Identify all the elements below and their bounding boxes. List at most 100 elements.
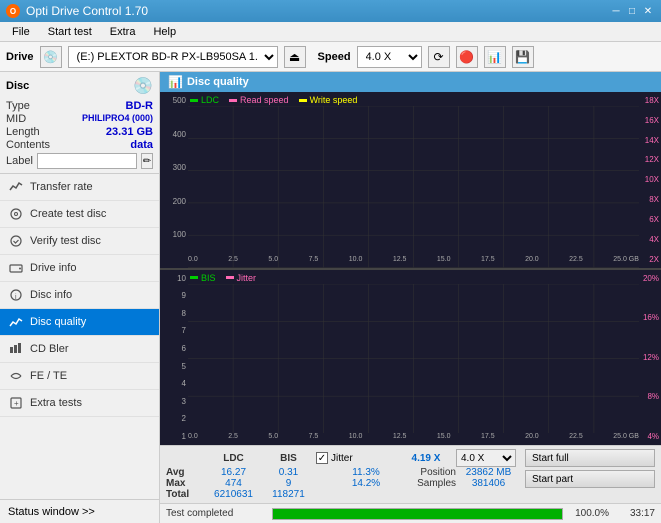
chart-bottom-y-left: 10 9 8 7 6 5 4 3 2 1 xyxy=(160,270,188,446)
disc-title: Disc xyxy=(6,80,29,92)
maximize-button[interactable]: □ xyxy=(625,4,639,18)
mid-label: MID xyxy=(6,113,26,125)
chart-bottom-y-right: 20% 16% 12% 8% 4% xyxy=(639,270,661,446)
menu-help[interactable]: Help xyxy=(145,24,184,40)
sidebar-item-disc-info[interactable]: i Disc info xyxy=(0,282,159,309)
avg-label: Avg xyxy=(166,467,206,478)
sidebar-item-cd-bler[interactable]: CD Bler xyxy=(0,336,159,363)
jitter-checkbox-area[interactable]: ✓ Jitter xyxy=(316,452,396,464)
legend-read-label: Read speed xyxy=(240,95,289,105)
max-bis: 9 xyxy=(261,478,316,489)
app-logo: O xyxy=(6,4,20,18)
legend-write-dot xyxy=(299,99,307,102)
burn-button[interactable]: 🔴 xyxy=(456,46,478,68)
legend-write-label: Write speed xyxy=(310,95,358,105)
chart-top: LDC Read speed Write speed 500 400 30 xyxy=(160,92,661,269)
status-window[interactable]: Status window >> xyxy=(0,499,159,523)
chart-bottom-svg xyxy=(188,284,639,434)
refresh-button[interactable]: ⟳ xyxy=(428,46,450,68)
progress-bar-container xyxy=(272,508,563,520)
label-label: Label xyxy=(6,155,33,167)
label-edit-button[interactable]: ✏ xyxy=(141,153,153,169)
sidebar-item-disc-quality[interactable]: Disc quality xyxy=(0,309,159,336)
close-button[interactable]: ✕ xyxy=(641,4,655,18)
sidebar-item-drive-info[interactable]: Drive info xyxy=(0,255,159,282)
legend-bis: BIS xyxy=(190,273,216,283)
sidebar-item-transfer-rate[interactable]: Transfer rate xyxy=(0,174,159,201)
chart-title: Disc quality xyxy=(187,76,249,88)
speed-mode-select[interactable]: 4.0 X xyxy=(456,449,516,467)
disc-panel: Disc 💿 Type BD-R MID PHILIPRO4 (000) Len… xyxy=(0,72,159,174)
total-ldc: 6210631 xyxy=(206,489,261,500)
create-disc-icon xyxy=(8,206,24,222)
save-button[interactable]: 💾 xyxy=(512,46,534,68)
max-label: Max xyxy=(166,478,206,489)
menu-file[interactable]: File xyxy=(4,24,38,40)
drive-icon-button[interactable]: 💿 xyxy=(40,46,62,68)
sidebar-item-extra-tests[interactable]: + Extra tests xyxy=(0,390,159,417)
progress-section: Test completed 100.0% 33:17 xyxy=(160,503,661,523)
label-input[interactable] xyxy=(37,153,137,169)
sidebar: Disc 💿 Type BD-R MID PHILIPRO4 (000) Len… xyxy=(0,72,160,523)
start-full-button[interactable]: Start full xyxy=(525,449,655,467)
sidebar-item-create-test-disc[interactable]: Create test disc xyxy=(0,201,159,228)
start-part-button[interactable]: Start part xyxy=(525,470,655,488)
cd-bler-icon xyxy=(8,341,24,357)
legend-bis-dot xyxy=(190,276,198,279)
toolbar: Drive 💿 (E:) PLEXTOR BD-R PX-LB950SA 1.0… xyxy=(0,42,661,72)
type-label: Type xyxy=(6,100,30,112)
speed-val-header: 4.19 X xyxy=(396,449,456,467)
scan-button[interactable]: 📊 xyxy=(484,46,506,68)
max-jitter: 14.2% xyxy=(316,478,396,489)
total-label: Total xyxy=(166,489,206,500)
status-text: Test completed xyxy=(166,508,266,519)
menu-extra[interactable]: Extra xyxy=(102,24,144,40)
minimize-button[interactable]: ─ xyxy=(609,4,623,18)
drive-info-icon xyxy=(8,260,24,276)
titlebar: O Opti Drive Control 1.70 ─ □ ✕ xyxy=(0,0,661,22)
drive-select[interactable]: (E:) PLEXTOR BD-R PX-LB950SA 1.04 xyxy=(68,46,278,68)
samples-label: Samples xyxy=(396,478,456,489)
speed-select[interactable]: 4.0 X xyxy=(357,46,422,68)
fe-te-icon xyxy=(8,368,24,384)
extra-tests-icon: + xyxy=(8,395,24,411)
legend-jitter: Jitter xyxy=(226,273,257,283)
verify-disc-icon xyxy=(8,233,24,249)
chart-top-y-left: 500 400 300 200 100 xyxy=(160,92,188,268)
jitter-checkbox[interactable]: ✓ xyxy=(316,452,328,464)
sidebar-item-fe-te[interactable]: FE / TE xyxy=(0,363,159,390)
transfer-rate-icon xyxy=(8,179,24,195)
contents-value: data xyxy=(130,139,153,151)
disc-icon: 💿 xyxy=(133,76,153,96)
eject-button[interactable]: ⏏ xyxy=(284,46,306,68)
legend-write-speed: Write speed xyxy=(299,95,358,105)
chart-header-icon: 📊 xyxy=(168,75,183,89)
mid-value: PHILIPRO4 (000) xyxy=(82,113,153,125)
disc-info-icon: i xyxy=(8,287,24,303)
chart-top-legend: LDC Read speed Write speed xyxy=(190,95,357,105)
position-label: Position xyxy=(396,467,456,478)
chart-top-y-right: 18X 16X 14X 12X 10X 8X 6X 4X 2X xyxy=(639,92,661,268)
speed-label: Speed xyxy=(318,51,351,63)
legend-ldc-label: LDC xyxy=(201,95,219,105)
titlebar-buttons: ─ □ ✕ xyxy=(609,4,655,18)
legend-jitter-dot xyxy=(226,276,234,279)
max-ldc: 474 xyxy=(206,478,261,489)
progress-time: 33:17 xyxy=(615,508,655,519)
status-window-label: Status window >> xyxy=(8,506,95,518)
position-value: 23862 MB xyxy=(456,467,521,478)
type-value: BD-R xyxy=(126,100,154,112)
app-title: Opti Drive Control 1.70 xyxy=(26,4,148,18)
legend-ldc-dot xyxy=(190,99,198,102)
drive-label: Drive xyxy=(6,51,34,63)
sidebar-item-verify-test-disc[interactable]: Verify test disc xyxy=(0,228,159,255)
legend-bis-label: BIS xyxy=(201,273,216,283)
chart-top-svg xyxy=(188,106,639,268)
progress-bar-fill xyxy=(273,509,562,519)
menubar: File Start test Extra Help xyxy=(0,22,661,42)
chart-container: LDC Read speed Write speed 500 400 30 xyxy=(160,92,661,445)
legend-read-speed: Read speed xyxy=(229,95,289,105)
length-label: Length xyxy=(6,126,40,138)
chart-bottom: BIS Jitter 10 9 8 7 6 5 4 3 xyxy=(160,269,661,446)
menu-start-test[interactable]: Start test xyxy=(40,24,100,40)
